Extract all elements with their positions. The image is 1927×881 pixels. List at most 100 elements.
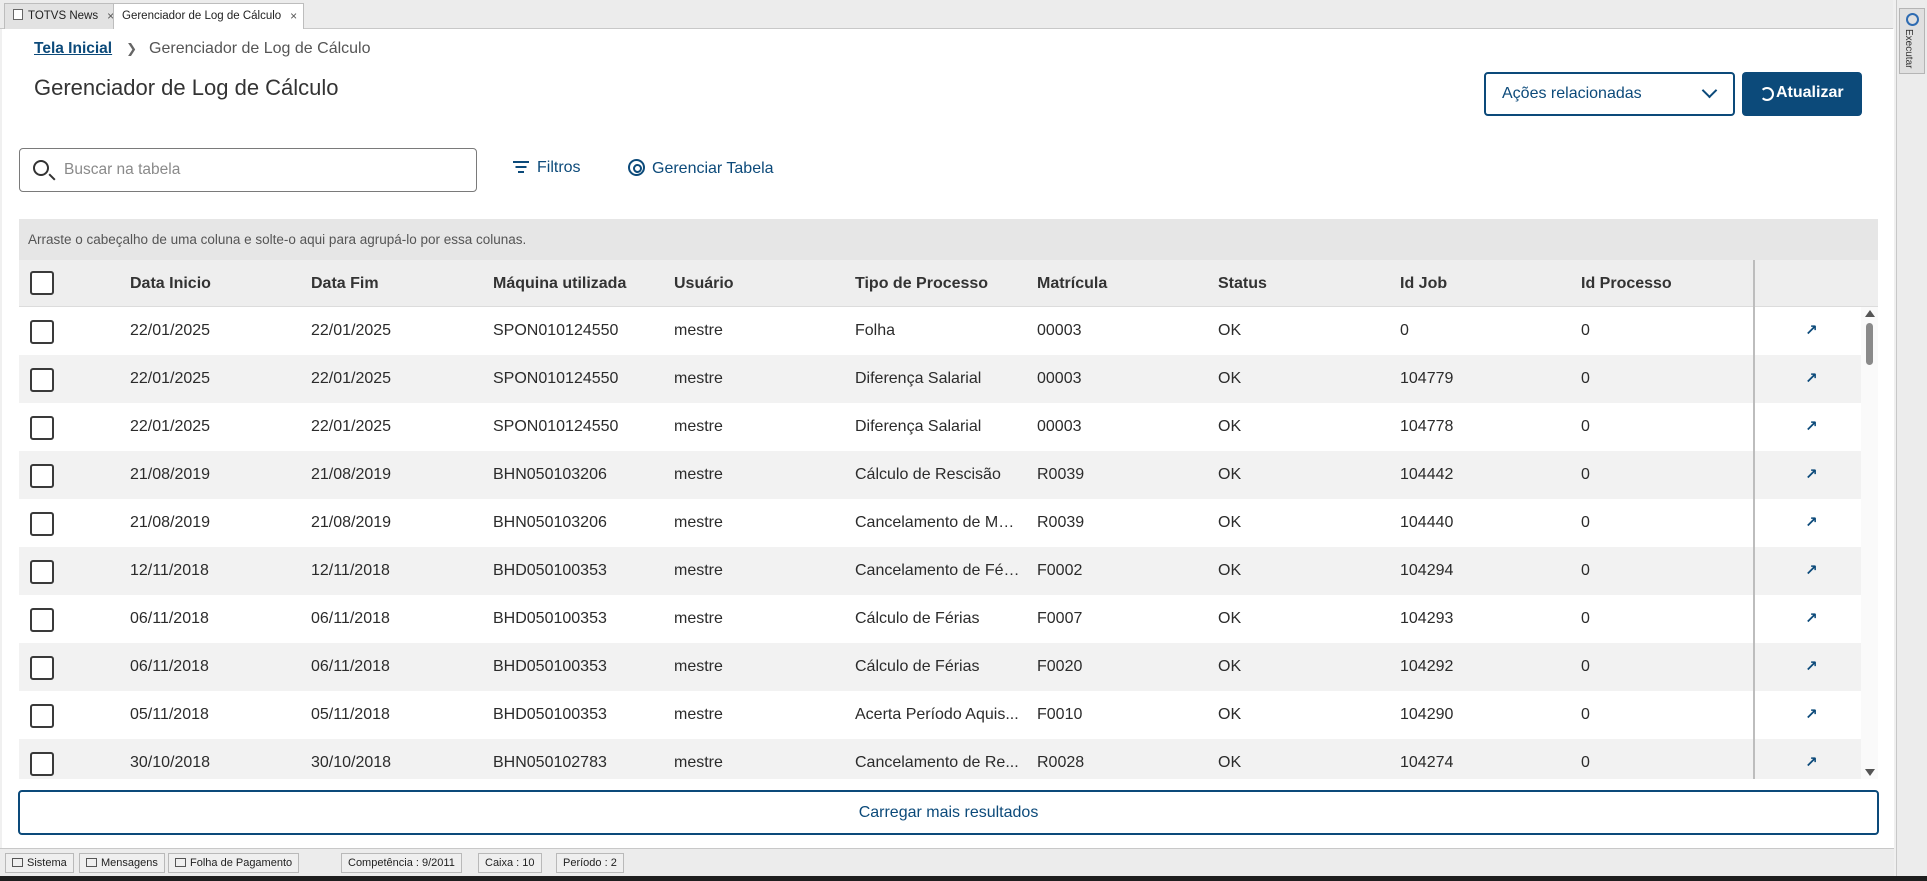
cell-data-fim: 05/11/2018 (311, 706, 390, 723)
cell-status: OK (1218, 370, 1242, 387)
column-header-data-inicio[interactable]: Data Inicio (130, 275, 211, 293)
cell-tipo-processo: Cálculo de Férias (855, 658, 980, 675)
row-checkbox[interactable] (30, 416, 54, 440)
cell-data-inicio: 22/01/2025 (130, 418, 211, 435)
execute-button[interactable]: Executar (1899, 8, 1925, 74)
cell-maquina: BHD050100353 (493, 658, 607, 675)
open-detail-icon[interactable]: ↗ (1805, 609, 1818, 627)
row-checkbox[interactable] (30, 320, 54, 344)
scroll-down-icon[interactable] (1865, 769, 1875, 776)
gear-icon (1906, 13, 1919, 26)
column-header-id-job[interactable]: Id Job (1400, 275, 1447, 293)
table-row[interactable]: 30/10/2018 30/10/2018 BHN050102783 mestre Ca… (19, 739, 1861, 779)
scroll-up-icon[interactable] (1865, 310, 1875, 317)
app-window: TOTVS News × Gerenciador de Log de Cálcu… (0, 0, 1927, 876)
open-detail-icon[interactable]: ↗ (1805, 465, 1818, 483)
row-checkbox[interactable] (30, 608, 54, 632)
row-checkbox[interactable] (30, 512, 54, 536)
main-content: Tela Inicial ❯ Gerenciador de Log de Cálcu… (2, 29, 1894, 848)
row-checkbox[interactable] (30, 752, 54, 776)
cell-tipo-processo: Cancelamento de Mo... (855, 514, 1020, 531)
table-row[interactable]: 12/11/2018 12/11/2018 BHD050100353 mestre Ca… (19, 547, 1861, 595)
status-sistema-label: Sistema (27, 857, 67, 869)
cell-id-job: 104290 (1400, 706, 1454, 723)
status-modulo[interactable]: Folha de Pagamento (168, 853, 300, 873)
column-header-usuario[interactable]: Usuário (674, 275, 734, 293)
table-row[interactable]: 21/08/2019 21/08/2019 BHN050103206 mestre Ca… (19, 499, 1861, 547)
right-side-panel: Executar (1896, 0, 1927, 876)
row-checkbox[interactable] (30, 560, 54, 584)
table-row[interactable]: 21/08/2019 21/08/2019 BHN050103206 mestre Cá… (19, 451, 1861, 499)
table-row[interactable]: 22/01/2025 22/01/2025 SPON010124550 mestre D… (19, 355, 1861, 403)
related-actions-label: Ações relacionadas (1502, 85, 1642, 102)
open-detail-icon[interactable]: ↗ (1805, 657, 1818, 675)
select-all-checkbox[interactable] (30, 271, 54, 295)
column-header-data-fim[interactable]: Data Fim (311, 275, 379, 293)
cell-tipo-processo: Diferença Salarial (855, 370, 982, 387)
search-box (19, 148, 477, 192)
status-caixa: Caixa : 10 (478, 853, 542, 873)
window-tabbar: TOTVS News × Gerenciador de Log de Cálcu… (0, 0, 1893, 30)
cell-id-job: 104274 (1400, 754, 1454, 771)
table-row[interactable]: 22/01/2025 22/01/2025 SPON010124550 mestre D… (19, 403, 1861, 451)
row-checkbox[interactable] (30, 656, 54, 680)
cell-id-processo: 0 (1581, 322, 1590, 339)
cell-data-fim: 22/01/2025 (311, 322, 392, 339)
cell-data-fim: 21/08/2019 (311, 466, 392, 483)
table-row[interactable]: 06/11/2018 06/11/2018 BHD050100353 mestre Cá… (19, 643, 1861, 691)
close-icon[interactable]: × (290, 4, 297, 28)
cell-id-processo: 0 (1581, 562, 1590, 579)
cell-data-fim: 12/11/2018 (311, 562, 390, 579)
tab-log-calculo[interactable]: Gerenciador de Log de Cálculo × (113, 3, 305, 30)
cell-data-inicio: 21/08/2019 (130, 514, 211, 531)
related-actions-dropdown[interactable]: Ações relacionadas (1484, 72, 1735, 116)
cell-usuario: mestre (674, 754, 723, 771)
open-detail-icon[interactable]: ↗ (1805, 513, 1818, 531)
scrollbar-thumb[interactable] (1866, 323, 1873, 365)
status-mensagens-label: Mensagens (101, 857, 158, 869)
open-detail-icon[interactable]: ↗ (1805, 417, 1818, 435)
table-row[interactable]: 06/11/2018 06/11/2018 BHD050100353 mestre Cá… (19, 595, 1861, 643)
column-header-maquina[interactable]: Máquina utilizada (493, 275, 626, 293)
tab-label: TOTVS News (28, 10, 99, 22)
cell-maquina: BHN050102783 (493, 754, 607, 771)
column-header-status[interactable]: Status (1218, 275, 1267, 293)
refresh-icon (1760, 87, 1774, 101)
open-detail-icon[interactable]: ↗ (1805, 705, 1818, 723)
tab-totvs-news[interactable]: TOTVS News × (4, 3, 122, 29)
row-checkbox[interactable] (30, 704, 54, 728)
search-input[interactable] (64, 159, 464, 181)
cell-usuario: mestre (674, 514, 723, 531)
page-title: Gerenciador de Log de Cálculo (34, 75, 339, 100)
cell-status: OK (1218, 610, 1242, 627)
load-more-button[interactable]: Carregar mais resultados (18, 790, 1879, 835)
open-detail-icon[interactable]: ↗ (1805, 753, 1818, 771)
table-row[interactable]: 22/01/2025 22/01/2025 SPON010124550 mestre F… (19, 307, 1861, 355)
table-scrollbar[interactable] (1861, 307, 1878, 779)
manage-table-button[interactable]: Gerenciar Tabela (628, 159, 774, 178)
refresh-button[interactable]: Atualizar (1742, 72, 1862, 116)
open-detail-icon[interactable]: ↗ (1805, 369, 1818, 387)
status-mensagens[interactable]: Mensagens (79, 853, 165, 873)
cell-status: OK (1218, 418, 1242, 435)
status-sistema[interactable]: Sistema (5, 853, 74, 873)
open-detail-icon[interactable]: ↗ (1805, 321, 1818, 339)
cell-id-job: 0 (1400, 322, 1409, 339)
row-checkbox[interactable] (30, 368, 54, 392)
filters-button[interactable]: Filtros (513, 159, 581, 177)
cell-matricula: F0007 (1037, 610, 1083, 627)
column-header-tipo-processo[interactable]: Tipo de Processo (855, 275, 988, 293)
status-bar: Sistema Mensagens Folha de Pagamento Com… (0, 848, 1894, 876)
column-header-matricula[interactable]: Matrícula (1037, 275, 1107, 293)
cell-matricula: R0028 (1037, 754, 1085, 771)
filter-icon (513, 161, 529, 173)
breadcrumb-home-link[interactable]: Tela Inicial (34, 40, 112, 57)
cell-data-inicio: 06/11/2018 (130, 658, 209, 675)
column-header-id-processo[interactable]: Id Processo (1581, 275, 1672, 293)
open-detail-icon[interactable]: ↗ (1805, 561, 1818, 579)
group-drop-zone[interactable]: Arraste o cabeçalho de uma coluna e solt… (19, 219, 1878, 260)
cell-data-fim: 06/11/2018 (311, 610, 390, 627)
cell-data-inicio: 22/01/2025 (130, 370, 211, 387)
table-row[interactable]: 05/11/2018 05/11/2018 BHD050100353 mestre Ac… (19, 691, 1861, 739)
row-checkbox[interactable] (30, 464, 54, 488)
